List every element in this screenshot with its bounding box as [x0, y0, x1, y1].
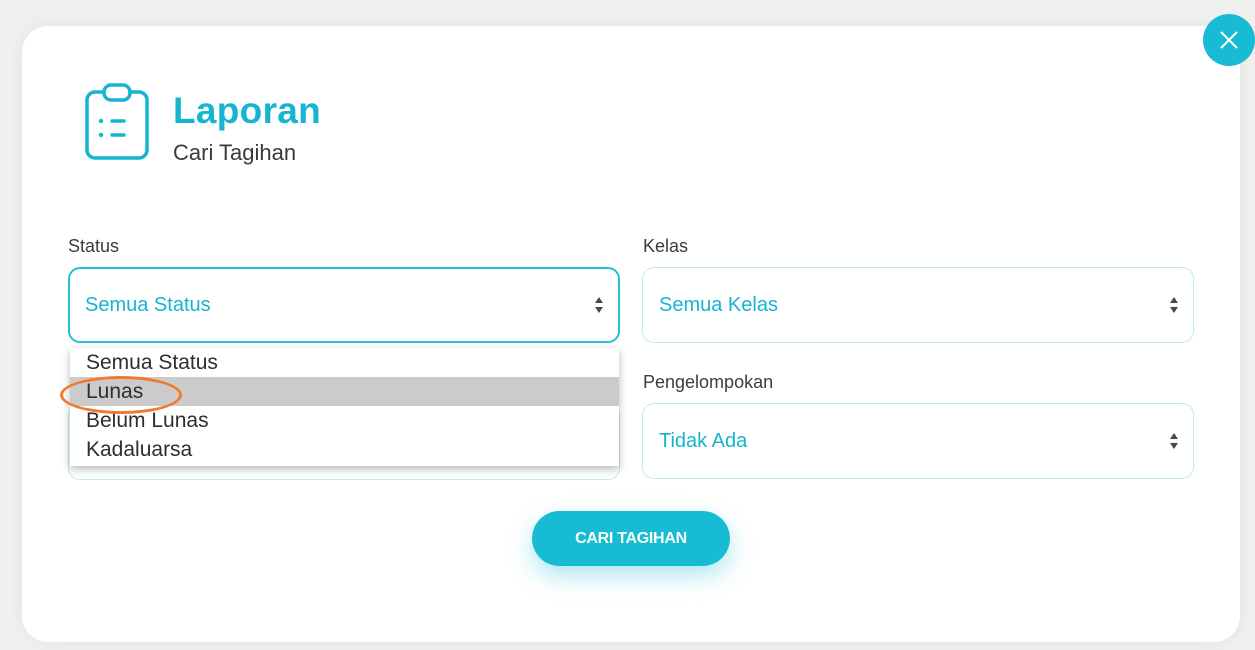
- pengelompokan-select[interactable]: Tidak Ada: [642, 403, 1194, 479]
- pengelompokan-label: Pengelompokan: [643, 372, 774, 392]
- clipboard-list-icon: [84, 82, 150, 162]
- search-bills-button[interactable]: CARI TAGIHAN: [532, 511, 730, 566]
- status-select-value: Semua Status: [85, 293, 211, 316]
- dropdown-option-kadaluarsa[interactable]: Kadaluarsa: [70, 435, 619, 464]
- dropdown-option-belum-lunas[interactable]: Belum Lunas: [70, 406, 619, 435]
- kelas-select[interactable]: Semua Kelas: [642, 267, 1194, 343]
- kelas-label: Kelas: [643, 236, 689, 256]
- page-subtitle: Cari Tagihan: [173, 140, 297, 165]
- dropdown-option-semua-status[interactable]: Semua Status: [70, 348, 619, 377]
- close-button[interactable]: [1203, 14, 1255, 66]
- status-label: Status: [68, 236, 120, 256]
- dropdown-option-lunas[interactable]: Lunas: [70, 377, 619, 406]
- sort-arrows-icon: [1170, 297, 1178, 313]
- pengelompokan-select-value: Tidak Ada: [659, 429, 748, 452]
- kelas-select-value: Semua Kelas: [659, 293, 778, 316]
- status-select[interactable]: Semua Status: [68, 267, 620, 343]
- close-icon: [1220, 31, 1238, 49]
- sort-arrows-icon: [595, 297, 603, 313]
- sort-arrows-icon: [1170, 433, 1178, 449]
- page-title: Laporan: [173, 90, 322, 131]
- status-dropdown-list: Semua Status Lunas Belum Lunas Kadaluars…: [70, 348, 619, 466]
